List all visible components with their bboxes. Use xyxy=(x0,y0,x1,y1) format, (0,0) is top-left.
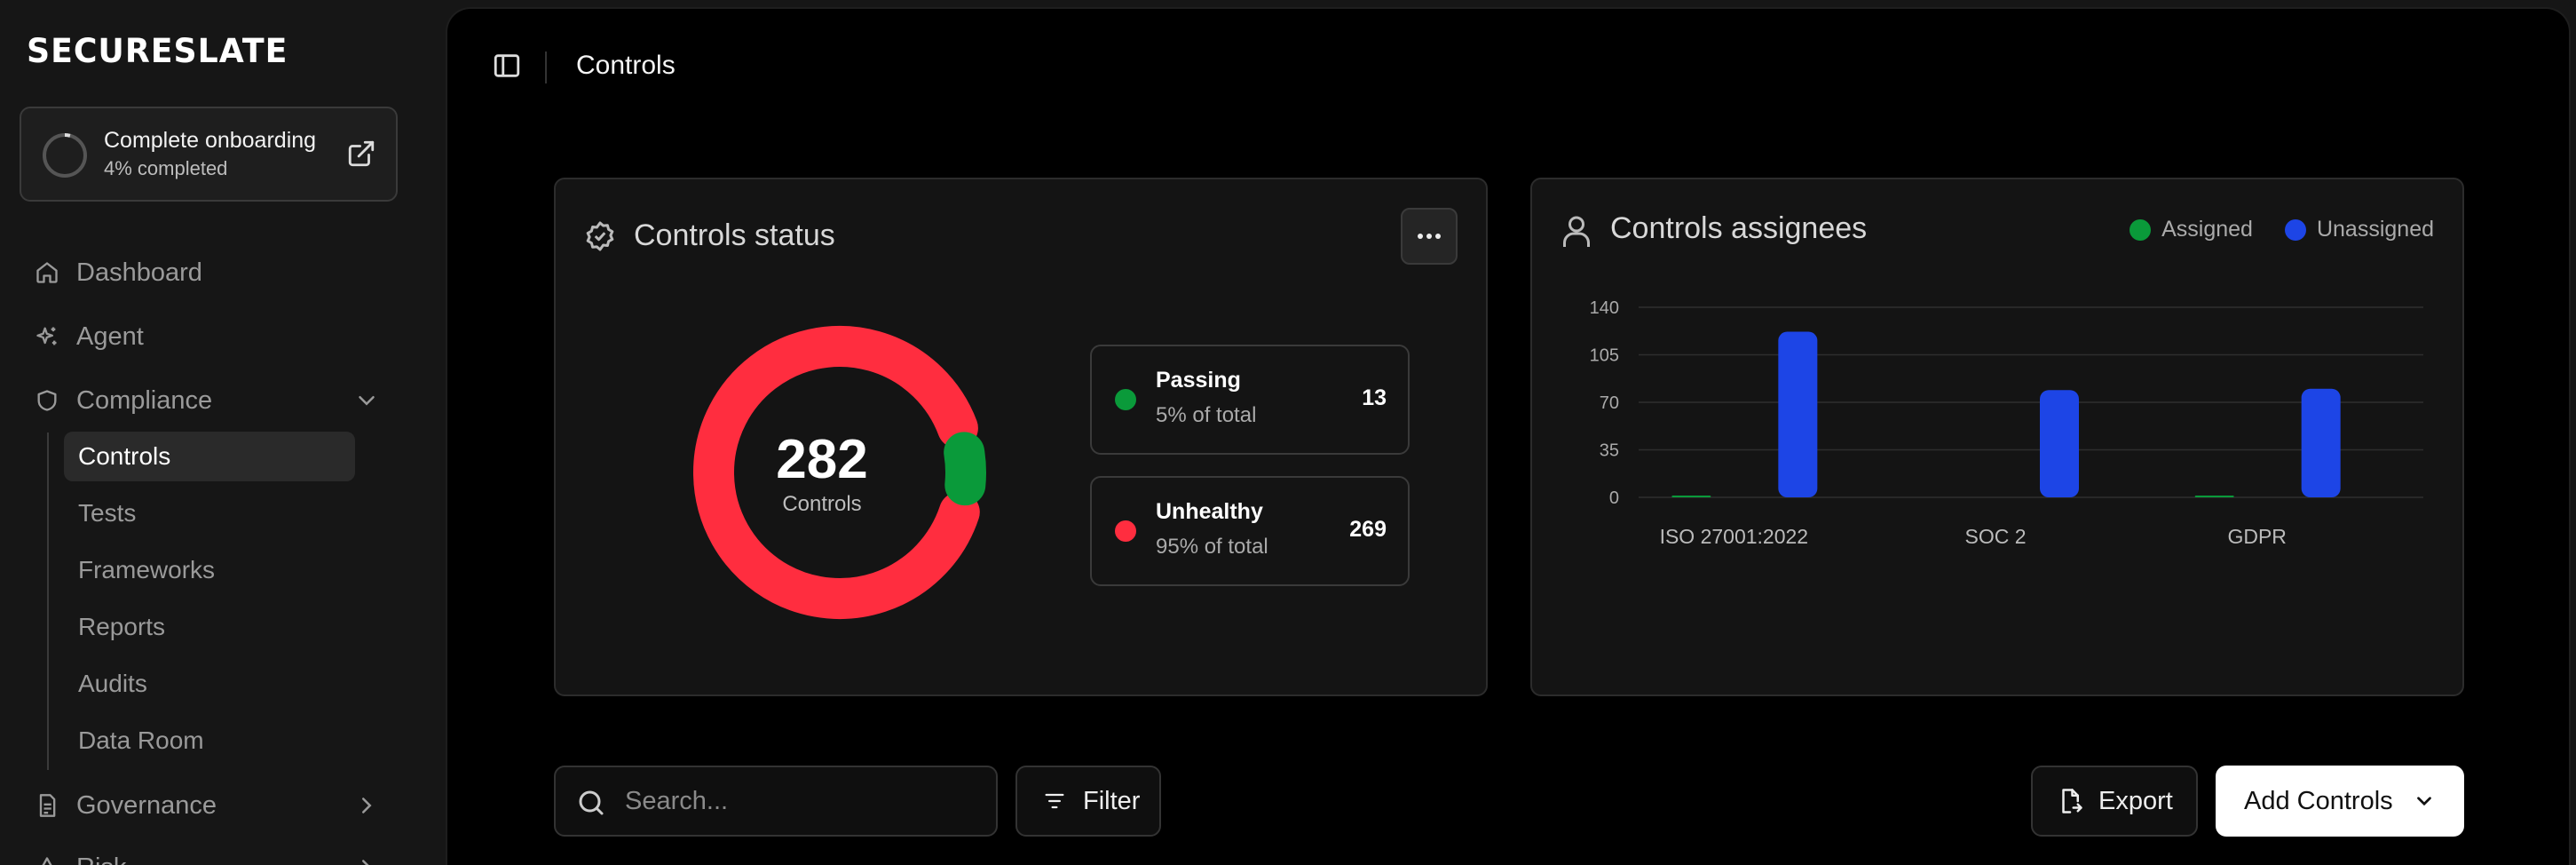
sidebar-toggle-icon[interactable] xyxy=(492,51,522,81)
donut-total-label: Controls xyxy=(782,492,862,516)
controls-status-card: Controls status 282 Controls Passing 5% … xyxy=(554,178,1488,696)
sidebar-item-compliance[interactable]: Compliance xyxy=(34,378,375,423)
sidebar-item-label: Governance xyxy=(76,790,217,820)
sidebar: SECURESLATE Complete onboarding 4% compl… xyxy=(0,0,446,865)
export-button[interactable]: Export xyxy=(2031,766,2198,837)
sidebar-item-label: Agent xyxy=(76,321,144,351)
tree-line xyxy=(47,432,49,770)
filter-icon xyxy=(1040,787,1069,815)
legend-label: Unassigned xyxy=(2316,217,2434,242)
sidebar-subitem-tests[interactable]: Tests xyxy=(64,488,355,538)
onboarding-progress: 4% completed xyxy=(104,157,228,179)
legend-dot xyxy=(2130,218,2152,241)
external-link-icon[interactable] xyxy=(346,139,376,169)
donut-total: 282 xyxy=(776,429,868,490)
search-input[interactable] xyxy=(625,782,980,821)
sidebar-subitem-frameworks[interactable]: Frameworks xyxy=(64,545,355,595)
badge-check-icon xyxy=(586,221,614,251)
chevron-right-icon[interactable] xyxy=(353,854,380,865)
shield-icon xyxy=(34,387,60,414)
y-tick-label: 70 xyxy=(1600,393,1619,413)
unhealthy-pct: 95% of total xyxy=(1156,535,1268,559)
unhealthy-value: 269 xyxy=(1349,517,1387,542)
sidebar-item-governance[interactable]: Governance xyxy=(34,783,372,828)
progress-ring-icon xyxy=(43,133,87,178)
home-icon xyxy=(34,259,60,286)
bar-assigned-0[interactable] xyxy=(1671,496,1711,497)
page-title: Controls xyxy=(576,51,676,80)
legend-dot xyxy=(2284,218,2306,241)
controls-assignees-card: Controls assignees Assigned Unassigned 0… xyxy=(1530,178,2464,696)
onboarding-card[interactable]: Complete onboarding 4% completed xyxy=(20,107,398,202)
legend-label: Assigned xyxy=(2161,217,2253,242)
filter-label: Filter xyxy=(1083,786,1141,815)
sidebar-subitem-audits[interactable]: Audits xyxy=(64,659,355,709)
sidebar-subitem-reports[interactable]: Reports xyxy=(64,602,355,652)
ellipsis-icon xyxy=(1418,234,1441,239)
passing-label: Passing xyxy=(1156,368,1241,393)
onboarding-title: Complete onboarding xyxy=(104,128,317,153)
unhealthy-dot xyxy=(1115,520,1136,542)
user-icon xyxy=(1563,216,1590,247)
card-title: Controls status xyxy=(634,218,835,252)
y-tick-label: 0 xyxy=(1609,488,1619,508)
sidebar-item-label: Compliance xyxy=(76,385,213,415)
card-title: Controls assignees xyxy=(1610,211,1868,245)
passing-stat[interactable]: Passing 5% of total 13 xyxy=(1090,345,1410,455)
x-tick-label: ISO 27001:2022 xyxy=(1660,525,1809,548)
file-export-icon xyxy=(2056,787,2084,815)
add-controls-label: Add Controls xyxy=(2244,786,2393,815)
divider xyxy=(545,52,547,83)
y-tick-label: 105 xyxy=(1590,346,1619,366)
more-options-button[interactable] xyxy=(1401,208,1458,265)
warning-icon xyxy=(34,854,60,865)
sidebar-item-risk[interactable]: Risk xyxy=(34,845,369,865)
y-tick-label: 35 xyxy=(1600,441,1619,461)
bar-chart: 0 35 70 105 140 ISO 27001:2022 SOC 2 GDPR xyxy=(1590,298,2423,548)
add-controls-button[interactable]: Add Controls xyxy=(2216,766,2464,837)
unhealthy-stat[interactable]: Unhealthy 95% of total 269 xyxy=(1090,476,1410,586)
chart-legend: Assigned Unassigned xyxy=(2098,217,2434,242)
x-tick-label: GDPR xyxy=(2227,525,2286,548)
chevron-down-icon xyxy=(2416,797,2431,806)
filter-button[interactable]: Filter xyxy=(1015,766,1161,837)
unhealthy-label: Unhealthy xyxy=(1156,499,1263,524)
sparkles-icon xyxy=(34,323,60,350)
bar-unassigned-2[interactable] xyxy=(2301,388,2341,497)
sidebar-subitem-data-room[interactable]: Data Room xyxy=(64,716,355,766)
passing-pct: 5% of total xyxy=(1156,403,1257,427)
passing-dot xyxy=(1115,389,1136,410)
bar-assigned-2[interactable] xyxy=(2194,496,2234,497)
bar-unassigned-0[interactable] xyxy=(1778,331,1818,497)
sidebar-subitem-controls[interactable]: Controls xyxy=(64,432,355,481)
export-label: Export xyxy=(2098,786,2173,815)
search-icon xyxy=(579,790,604,815)
x-tick-label: SOC 2 xyxy=(1964,525,2026,548)
legend-item-unassigned[interactable]: Unassigned xyxy=(2284,217,2434,242)
search-box[interactable] xyxy=(554,766,998,837)
sidebar-item-dashboard[interactable]: Dashboard xyxy=(34,250,202,295)
sidebar-item-agent[interactable]: Agent xyxy=(34,314,144,359)
y-tick-label: 140 xyxy=(1590,298,1619,318)
document-icon xyxy=(34,792,60,819)
brand-logo: SECURESLATE xyxy=(27,32,288,70)
bar-unassigned-1[interactable] xyxy=(2040,390,2079,497)
sidebar-item-label: Risk xyxy=(76,853,126,865)
chevron-down-icon[interactable] xyxy=(353,387,380,414)
passing-value: 13 xyxy=(1362,385,1387,410)
chevron-right-icon[interactable] xyxy=(353,792,380,819)
sidebar-item-label: Dashboard xyxy=(76,258,202,287)
legend-item-assigned[interactable]: Assigned xyxy=(2130,217,2253,242)
main-panel: Controls Controls status 282 Controls Pa… xyxy=(446,7,2571,865)
